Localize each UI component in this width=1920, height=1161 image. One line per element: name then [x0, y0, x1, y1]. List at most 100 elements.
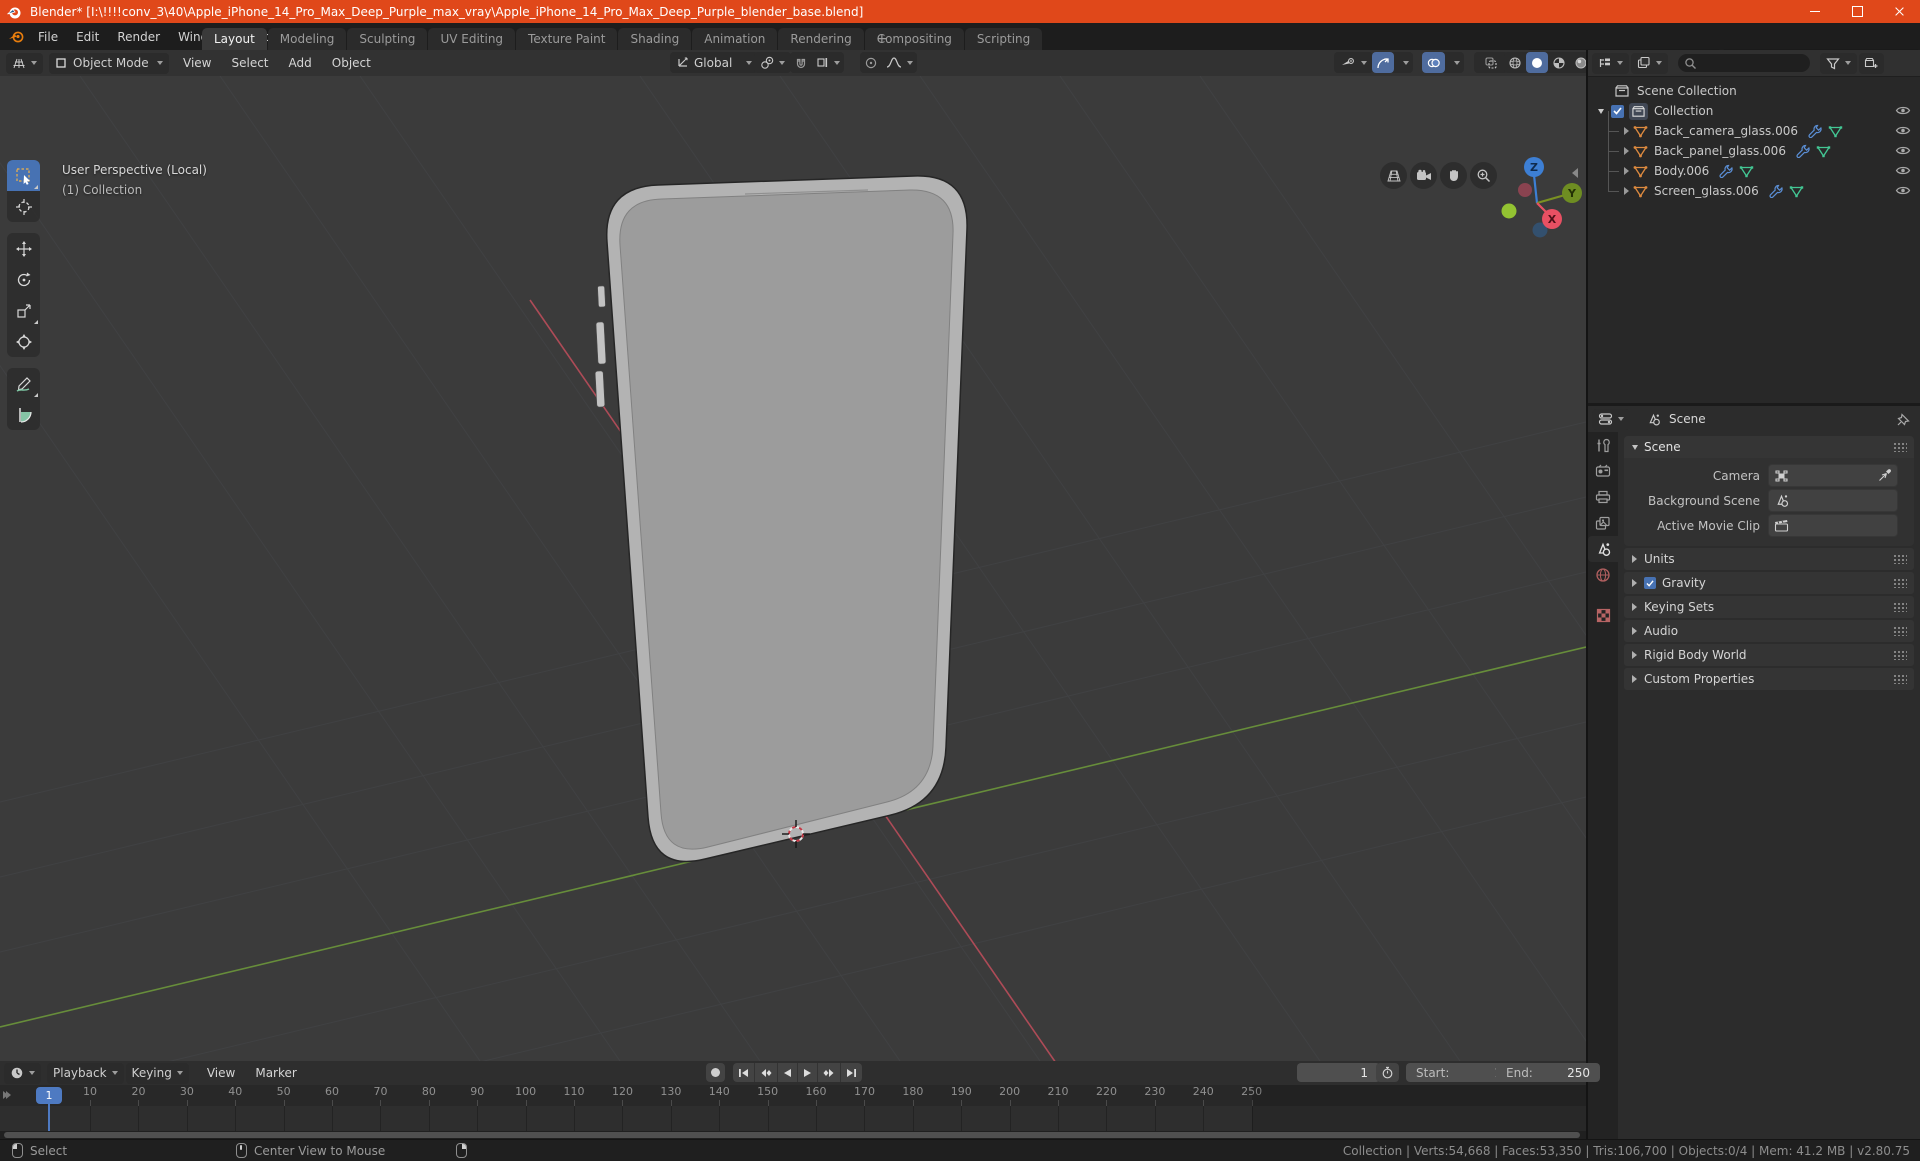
- panel-drag-handle[interactable]: [1893, 626, 1907, 636]
- minimize-button[interactable]: [1794, 0, 1836, 23]
- object-visibility-dropdown[interactable]: [1334, 52, 1373, 73]
- viewport-menu-item[interactable]: Select: [221, 56, 278, 70]
- hide-object-eye-icon[interactable]: [1895, 144, 1911, 157]
- hide-collection-eye-icon[interactable]: [1895, 104, 1911, 117]
- tool-scale[interactable]: [7, 295, 40, 326]
- tool-select-box[interactable]: [7, 160, 40, 191]
- workspace-tab[interactable]: Sculpting: [347, 28, 428, 50]
- collapsed-panel-header[interactable]: Keying Sets: [1624, 596, 1914, 618]
- outliner-row-scene-collection[interactable]: Scene Collection: [1588, 81, 1920, 101]
- outliner-object-row[interactable]: Back_panel_glass.006: [1588, 131, 1920, 161]
- play-button[interactable]: [798, 1063, 818, 1082]
- outliner-object-row[interactable]: Screen_glass.006: [1588, 171, 1920, 201]
- panel-drag-handle[interactable]: [1893, 602, 1907, 612]
- outliner-filter-button[interactable]: [1820, 52, 1857, 74]
- viewport-menu-item[interactable]: Object: [322, 56, 381, 70]
- tool-measure[interactable]: [7, 399, 40, 430]
- playback-menu[interactable]: Playback: [47, 1062, 124, 1084]
- xray-toggle[interactable]: [1474, 52, 1508, 73]
- panel-drag-handle[interactable]: [1893, 650, 1907, 660]
- collapsed-panel-header[interactable]: Custom Properties: [1624, 668, 1914, 690]
- eyedropper-icon[interactable]: [1878, 468, 1892, 482]
- timeline-editor-type-button[interactable]: [4, 1062, 41, 1084]
- collapsed-panel-header[interactable]: Gravity: [1624, 572, 1914, 594]
- object-expand-arrow[interactable]: [1624, 167, 1629, 175]
- new-collection-button[interactable]: [1859, 52, 1884, 74]
- snap-toggle-button[interactable]: [790, 52, 812, 73]
- use-preview-range-button[interactable]: [1376, 1063, 1399, 1082]
- play-reverse-button[interactable]: [778, 1063, 798, 1082]
- object-expand-arrow[interactable]: [1624, 147, 1629, 155]
- workspace-tab[interactable]: Modeling: [267, 28, 347, 50]
- tab-world[interactable]: [1588, 562, 1618, 588]
- mode-dropdown[interactable]: Object Mode: [49, 52, 169, 74]
- outliner-row-collection[interactable]: Collection: [1588, 101, 1920, 121]
- show-overlays-toggle[interactable]: [1422, 52, 1445, 73]
- keying-menu[interactable]: Keying: [125, 1062, 189, 1084]
- object-expand-arrow[interactable]: [1624, 187, 1629, 195]
- property-field[interactable]: [1768, 464, 1898, 487]
- gizmo-dropdown[interactable]: [1394, 52, 1413, 73]
- workspace-tab[interactable]: Shading: [618, 28, 692, 50]
- workspace-tab[interactable]: UV Editing: [428, 28, 516, 50]
- viewport-menu-item[interactable]: View: [173, 56, 221, 70]
- timeline-scrollbar[interactable]: [4, 1132, 1580, 1138]
- proportional-edit-toggle[interactable]: [860, 52, 882, 73]
- timeline-view-menu[interactable]: View: [197, 1066, 245, 1080]
- workspace-tab[interactable]: Animation: [692, 28, 778, 50]
- toggle-camera-view-button[interactable]: [1410, 162, 1437, 189]
- editor-type-button[interactable]: [6, 52, 43, 74]
- outliner-display-mode-button[interactable]: [1631, 52, 1668, 74]
- shading-solid-button[interactable]: [1526, 52, 1548, 73]
- shading-material-button[interactable]: [1548, 52, 1570, 73]
- hide-object-eye-icon[interactable]: [1895, 124, 1911, 137]
- pin-icon[interactable]: [1897, 413, 1910, 426]
- timeline-marker-menu[interactable]: Marker: [245, 1066, 306, 1080]
- collapsed-panel-header[interactable]: Audio: [1624, 620, 1914, 642]
- pivot-point-dropdown[interactable]: [754, 52, 791, 73]
- tab-output[interactable]: [1588, 484, 1618, 510]
- auto-keying-button[interactable]: [706, 1063, 725, 1082]
- tab-render[interactable]: [1588, 458, 1618, 484]
- panel-drag-handle[interactable]: [1893, 442, 1907, 452]
- outliner-editor-type-button[interactable]: [1592, 52, 1629, 74]
- tab-scene[interactable]: [1588, 536, 1618, 562]
- shading-wireframe-button[interactable]: [1504, 52, 1526, 73]
- hide-object-eye-icon[interactable]: [1895, 184, 1911, 197]
- menu-item[interactable]: File: [29, 23, 67, 50]
- outliner-search-input[interactable]: [1678, 54, 1810, 72]
- outliner-object-row[interactable]: Back_camera_glass.006: [1588, 111, 1920, 141]
- panel-drag-handle[interactable]: [1893, 554, 1907, 564]
- transform-orientation-dropdown[interactable]: Global: [670, 52, 758, 73]
- viewport-menu-item[interactable]: Add: [279, 56, 322, 70]
- collapsed-panel-header[interactable]: Rigid Body World: [1624, 644, 1914, 666]
- tool-cursor[interactable]: [7, 191, 40, 222]
- zoom-view-button[interactable]: [1470, 162, 1497, 189]
- workspace-tab[interactable]: Texture Paint: [516, 28, 618, 50]
- overlays-dropdown[interactable]: [1445, 52, 1464, 73]
- pan-view-button[interactable]: [1440, 162, 1467, 189]
- toggle-grid-button[interactable]: [1380, 162, 1407, 189]
- current-frame-field[interactable]: 1: [1297, 1063, 1380, 1082]
- collapsed-panel-header[interactable]: Units: [1624, 548, 1914, 570]
- maximize-button[interactable]: [1836, 0, 1878, 23]
- tool-transform[interactable]: [7, 326, 40, 357]
- hide-object-eye-icon[interactable]: [1895, 164, 1911, 177]
- object-expand-arrow[interactable]: [1624, 127, 1629, 135]
- add-workspace-tab-button[interactable]: +: [868, 28, 896, 50]
- property-field[interactable]: [1768, 514, 1898, 537]
- close-button[interactable]: [1878, 0, 1920, 23]
- navigation-gizmo[interactable]: Z Y X: [1495, 154, 1583, 249]
- tab-tool[interactable]: [1588, 432, 1618, 458]
- menu-item[interactable]: Edit: [67, 23, 108, 50]
- 3d-viewport[interactable]: User Perspective (Local) (1) Collection: [0, 76, 1586, 1061]
- tab-view-layer[interactable]: [1588, 510, 1618, 536]
- properties-editor-type-button[interactable]: [1592, 408, 1630, 430]
- snap-target-dropdown[interactable]: [812, 52, 844, 73]
- panel-drag-handle[interactable]: [1893, 578, 1907, 588]
- falloff-dropdown[interactable]: [882, 52, 917, 73]
- tool-move[interactable]: [7, 233, 40, 264]
- next-keyframe-button[interactable]: [818, 1063, 841, 1082]
- jump-to-start-button[interactable]: [733, 1063, 755, 1082]
- outliner-object-row[interactable]: Body.006: [1588, 151, 1920, 181]
